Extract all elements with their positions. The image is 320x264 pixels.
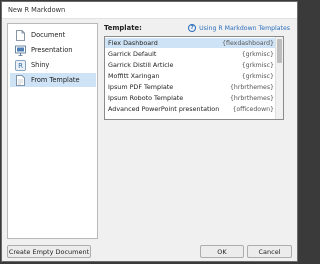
scrollbar-thumb[interactable]: [277, 39, 282, 63]
template-name: Ipsum Roboto Template: [108, 94, 184, 102]
sidebar-item-label: From Template: [31, 76, 80, 84]
presentation-icon: [14, 44, 26, 56]
sidebar-item-label: Presentation: [31, 46, 73, 54]
list-item[interactable]: Moffitt Xaringan {grkmisc}: [105, 71, 277, 81]
help-link-text: Using R Markdown Templates: [199, 24, 290, 32]
document-icon: [14, 29, 26, 41]
template-name: Ipsum PDF Template: [108, 83, 174, 91]
template-icon: [14, 74, 26, 86]
template-package: {hrbrthemes}: [229, 94, 274, 102]
sidebar-item-label: Shiny: [31, 61, 50, 69]
template-package: {hrbrthemes}: [229, 83, 274, 91]
ok-button[interactable]: OK: [200, 245, 244, 258]
list-item[interactable]: Garrick Default {grkmisc}: [105, 49, 277, 59]
list-item[interactable]: Ipsum PDF Template {hrbrthemes}: [105, 82, 277, 92]
template-package: {officedown}: [232, 105, 274, 113]
sidebar-item-label: Document: [31, 31, 66, 39]
new-rmarkdown-dialog: New R Markdown Document Presentation R S…: [1, 1, 298, 262]
list-scrollbar[interactable]: [275, 37, 283, 119]
sidebar-item-presentation[interactable]: Presentation: [10, 43, 96, 57]
svg-text:R: R: [18, 62, 23, 70]
template-name: Advanced PowerPoint presentation: [108, 105, 220, 113]
shiny-icon: R: [14, 59, 26, 71]
sidebar: Document Presentation R Shiny From Templ…: [7, 23, 98, 239]
template-list[interactable]: Flex Dashboard {flexdashboard} Garrick D…: [104, 36, 284, 120]
template-package: {grkmisc}: [241, 72, 274, 80]
list-item[interactable]: Garrick Distill Article {grkmisc}: [105, 60, 277, 70]
sidebar-item-from-template[interactable]: From Template: [10, 73, 96, 87]
sidebar-item-shiny[interactable]: R Shiny: [10, 58, 96, 72]
list-item[interactable]: Ipsum Roboto Template {hrbrthemes}: [105, 93, 277, 103]
template-name: Flex Dashboard: [108, 39, 158, 47]
title-bar: New R Markdown: [2, 2, 297, 19]
template-label: Template:: [104, 24, 142, 32]
list-item[interactable]: Advanced PowerPoint presentation {office…: [105, 104, 277, 114]
template-package: {flexdashboard}: [222, 39, 274, 47]
template-package: {grkmisc}: [241, 61, 274, 69]
create-empty-document-button[interactable]: Create Empty Document: [7, 245, 91, 258]
list-item[interactable]: Flex Dashboard {flexdashboard}: [105, 38, 277, 48]
template-name: Moffitt Xaringan: [108, 72, 160, 80]
cancel-button[interactable]: Cancel: [247, 245, 292, 258]
template-package: {grkmisc}: [241, 50, 274, 58]
window-title: New R Markdown: [8, 6, 66, 14]
help-icon: ?: [188, 24, 197, 32]
help-link[interactable]: ? Using R Markdown Templates: [188, 24, 290, 32]
template-name: Garrick Distill Article: [108, 61, 174, 69]
template-name: Garrick Default: [108, 50, 157, 58]
sidebar-item-document[interactable]: Document: [10, 28, 96, 42]
